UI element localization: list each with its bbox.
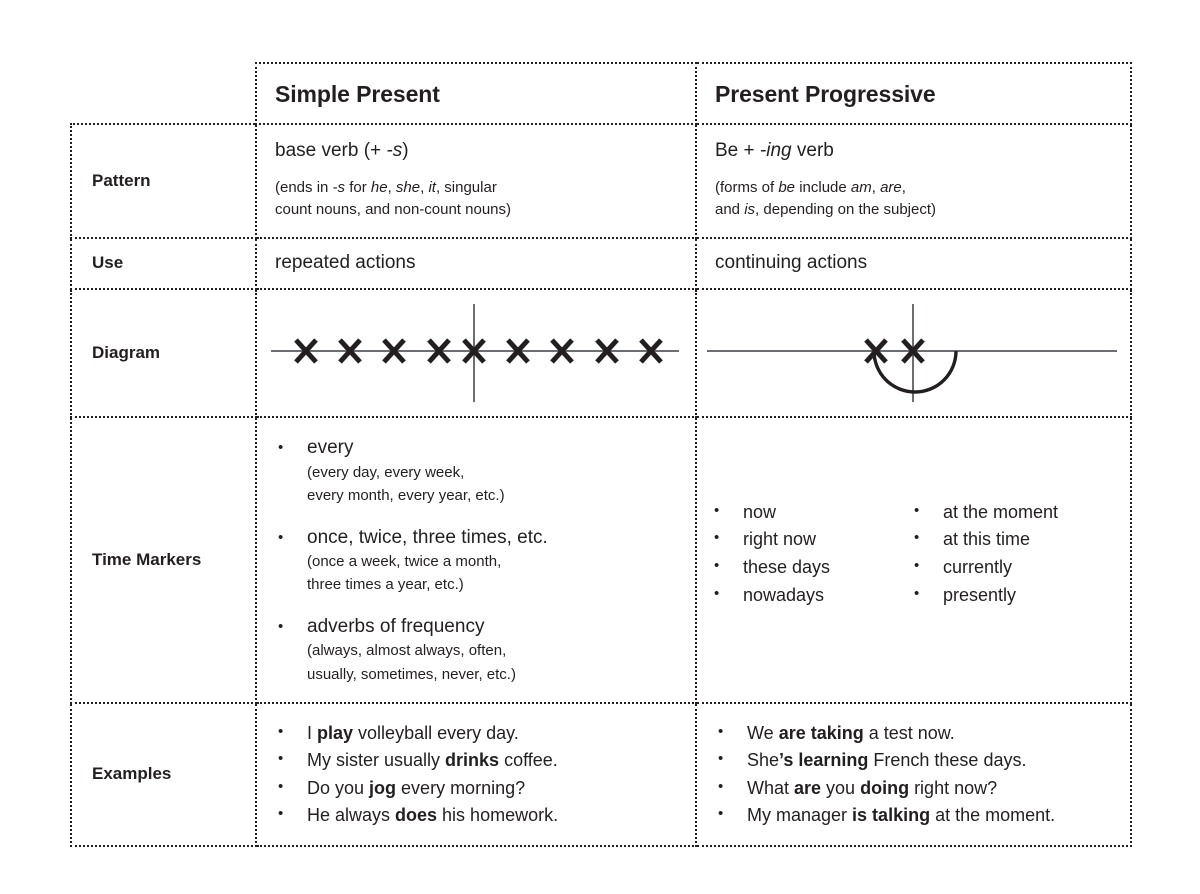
time-markers-pp-column-2: at the moment at this time currently pre… <box>911 499 1058 611</box>
list-item: My sister usually drinks coffee. <box>275 747 677 774</box>
list-item: I play volleyball every day. <box>275 720 677 747</box>
cell-use-simple-present: repeated actions <box>255 236 697 291</box>
list-item: What are you doing right now? <box>715 775 1112 802</box>
table-row-pattern: Pattern base verb (+ -s) (ends in -s for… <box>70 123 1132 239</box>
use-present-progressive-text: continuing actions <box>715 251 868 273</box>
list-item: Do you jog every morning? <box>275 775 677 802</box>
table-row-diagram: Diagram <box>70 288 1132 419</box>
duration-arc <box>872 351 958 394</box>
time-markers-pp-list-2: at the moment at this time currently pre… <box>911 499 1058 611</box>
list-item: nowadays <box>711 582 911 610</box>
row-label-use: Use <box>70 236 257 291</box>
present-progressive-timeline-diagram <box>707 304 1117 403</box>
row-label-diagram: Diagram <box>70 288 257 419</box>
row-label-examples: Examples <box>70 701 257 848</box>
examples-simple-present-list: I play volleyball every day. My sister u… <box>275 720 677 829</box>
row-label-time-markers-text: Time Markers <box>92 549 202 569</box>
row-label-time-markers: Time Markers <box>70 416 257 704</box>
list-item: We are taking a test now. <box>715 720 1112 747</box>
table-header-row: Simple Present Present Progressive <box>71 61 1132 126</box>
list-item: now <box>711 499 911 527</box>
list-item: at this time <box>911 526 1058 554</box>
list-item: right now <box>711 526 911 554</box>
cell-use-present-progressive: continuing actions <box>695 236 1132 291</box>
list-item: He always does his homework. <box>275 802 677 829</box>
cell-time-markers-simple-present: every (every day, every week, every mont… <box>255 416 697 704</box>
cell-diagram-simple-present <box>255 288 697 419</box>
cell-examples-simple-present: I play volleyball every day. My sister u… <box>255 701 697 848</box>
table-row-time-markers: Time Markers every (every day, every wee… <box>70 416 1132 704</box>
grammar-comparison-table: Simple Present Present Progressive Patte… <box>70 61 1132 848</box>
list-item: She’s learning French these days. <box>715 747 1112 774</box>
cell-diagram-present-progressive <box>695 288 1132 419</box>
time-markers-pp-list-1: now right now these days nowadays <box>711 499 911 611</box>
examples-present-progressive-list: We are taking a test now. She’s learning… <box>715 720 1112 829</box>
cell-examples-present-progressive: We are taking a test now. She’s learning… <box>695 701 1132 848</box>
pattern-present-progressive-note: (forms of be include am, are, and is, de… <box>715 179 937 218</box>
row-label-examples-text: Examples <box>92 764 172 784</box>
header-corner-blank <box>71 63 256 124</box>
cell-pattern-simple-present: base verb (+ -s) (ends in -s for he, she… <box>255 123 697 239</box>
column-header-simple-present: Simple Present <box>255 61 697 126</box>
row-label-pattern: Pattern <box>70 123 257 239</box>
list-item: currently <box>911 554 1058 582</box>
time-markers-pp-column-1: now right now these days nowadays <box>711 499 911 611</box>
table-row-examples: Examples I play volleyball every day. My… <box>70 701 1132 848</box>
row-label-use-text: Use <box>92 253 124 273</box>
cell-pattern-present-progressive: Be + -ing verb (forms of be include am, … <box>695 123 1132 239</box>
pattern-present-progressive-lead: Be + -ing verb <box>715 140 834 162</box>
pattern-simple-present-note: (ends in -s for he, she, it, singular co… <box>275 179 512 218</box>
pattern-simple-present-lead: base verb (+ -s) <box>275 140 409 162</box>
list-item: these days <box>711 554 911 582</box>
time-markers-simple-present-list: every (every day, every week, every mont… <box>275 436 677 686</box>
column-header-present-progressive-label: Present Progressive <box>715 81 936 107</box>
list-item: at the moment <box>911 499 1058 527</box>
row-label-diagram-text: Diagram <box>92 343 161 363</box>
cell-time-markers-present-progressive: now right now these days nowadays at the… <box>695 416 1132 704</box>
column-header-simple-present-label: Simple Present <box>275 81 440 107</box>
grammar-comparison-sheet: Simple Present Present Progressive Patte… <box>0 0 1200 894</box>
row-label-pattern-text: Pattern <box>92 170 151 190</box>
list-item: presently <box>911 582 1058 610</box>
simple-present-timeline-diagram <box>271 304 679 403</box>
list-item: every (every day, every week, every mont… <box>275 436 677 507</box>
use-simple-present-text: repeated actions <box>275 251 416 273</box>
table-row-use: Use repeated actions continuing actions <box>70 236 1132 291</box>
list-item: My manager is talking at the moment. <box>715 802 1112 829</box>
column-header-present-progressive: Present Progressive <box>695 61 1132 126</box>
list-item: once, twice, three times, etc. (once a w… <box>275 526 677 597</box>
list-item: adverbs of frequency (always, almost alw… <box>275 615 677 686</box>
